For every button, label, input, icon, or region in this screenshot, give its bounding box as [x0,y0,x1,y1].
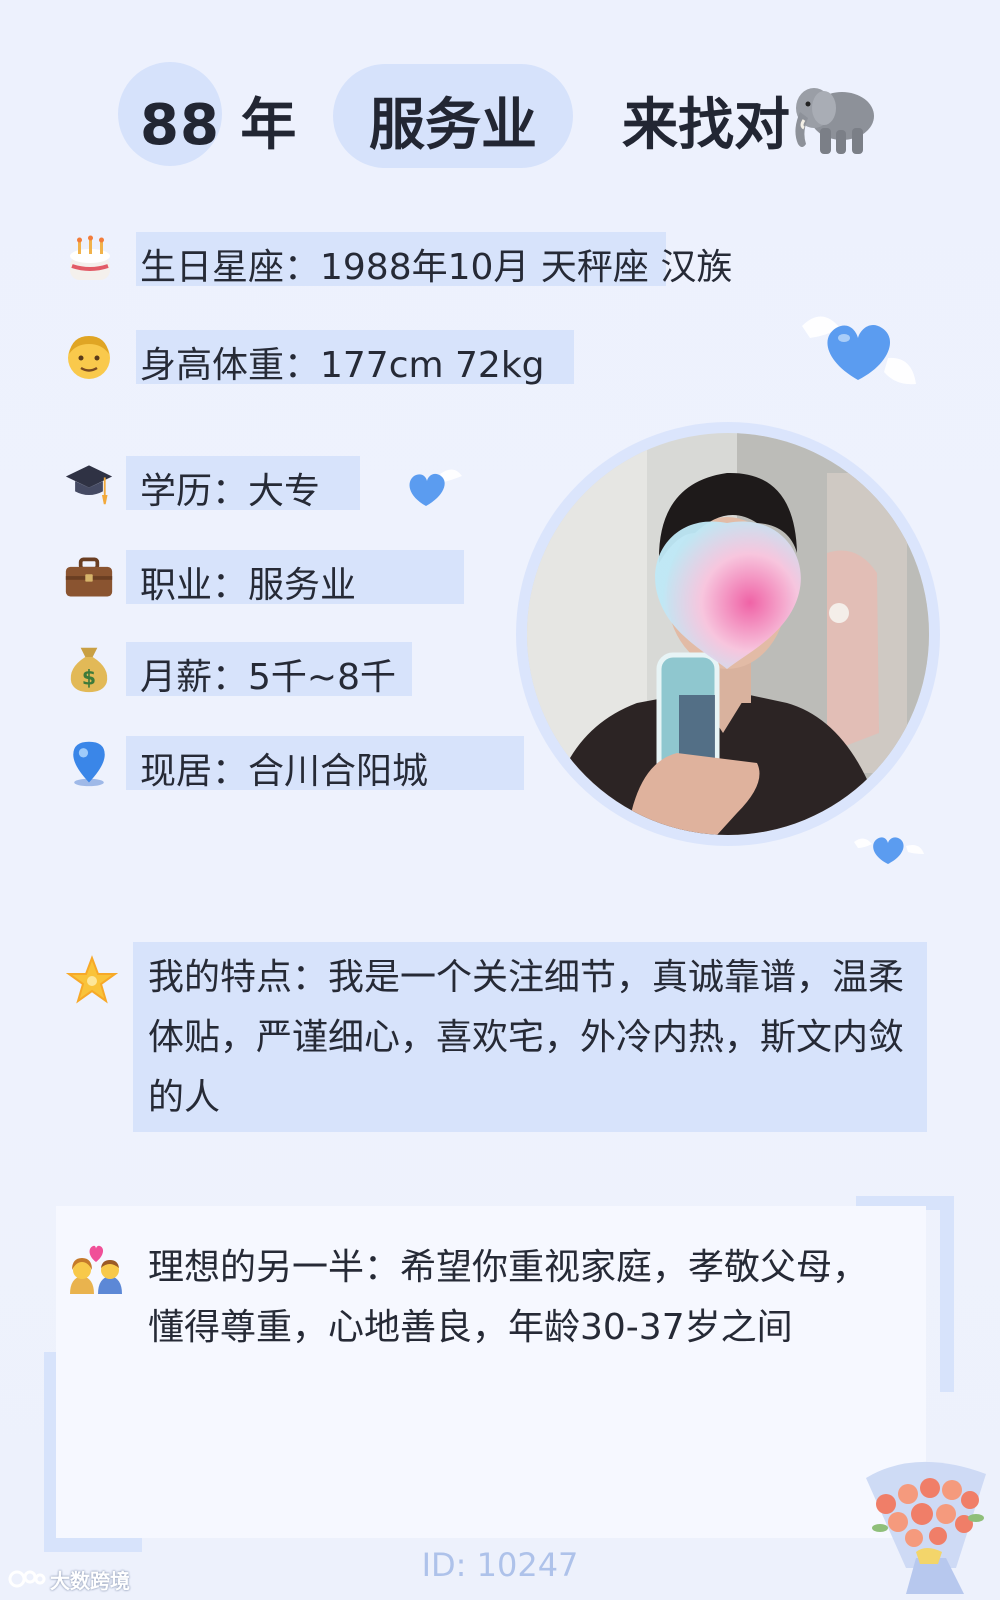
small-heart-icon [854,837,924,864]
birth-year-label: 88 年 [140,93,298,158]
info-row-occupation: 职业：服务业 [60,550,480,606]
briefcase-icon [65,557,113,597]
man-face-icon [68,336,110,379]
winged-heart-icon [802,316,916,385]
info-row-birthday: 生日星座：1988年10月 天秤座 汉族 [60,232,732,288]
svg-text:$: $ [82,666,96,690]
glowing-star-icon [66,955,118,1004]
profile-id: ID: 10247 [421,1546,579,1584]
info-row-residence: 现居：合川合阳城 [60,736,540,792]
couple-with-heart-icon [70,1245,122,1294]
info-row-education: 学历：大专 [60,456,380,512]
elephant-icon [795,88,874,154]
profile-card: 88 年 服务业 来找对 生日星座：1988年10月 天秤座 汉族 身高体重：1… [0,0,1000,1600]
watermark-text: 大数跨境 [50,1568,130,1593]
birthday-cake-icon [70,235,110,280]
seeking-label: 来找对 [622,93,790,158]
location-pin-icon [73,741,105,787]
frame-corner-top-right [940,1196,954,1392]
small-heart-icon [409,469,462,506]
profile-photo [527,433,929,835]
ideal-partner-text: 理想的另一半：希望你重视家庭，孝敬父母，懂得尊重，心地善良，年龄30-37岁之间 [148,1247,869,1348]
occupation-text: 职业：服务业 [140,565,357,606]
mirror-selfie-image [527,433,929,835]
birthday-zodiac-text: 生日星座：1988年10月 天秤座 汉族 [140,247,733,288]
features-text: 我的特点：我是一个关注细节，真诚靠谱，温柔体贴，严谨细心，喜欢宅，外冷内热，斯文… [148,957,905,1118]
money-bag-icon: $ [70,647,108,693]
watermark: 大数跨境 [8,1564,130,1594]
education-text: 学历：大专 [140,471,321,512]
salary-text: 月薪：5千~8千 [140,657,396,698]
info-row-height-weight: 身高体重：177cm 72kg [60,330,580,386]
watermark-logo-icon [8,1570,46,1588]
height-weight-text: 身高体重：177cm 72kg [140,345,545,386]
residence-text: 现居：合川合阳城 [140,751,429,792]
info-row-salary: $ 月薪：5千~8千 [60,642,420,698]
occupation-label: 服务业 [369,93,537,158]
graduation-cap-icon [65,465,113,505]
